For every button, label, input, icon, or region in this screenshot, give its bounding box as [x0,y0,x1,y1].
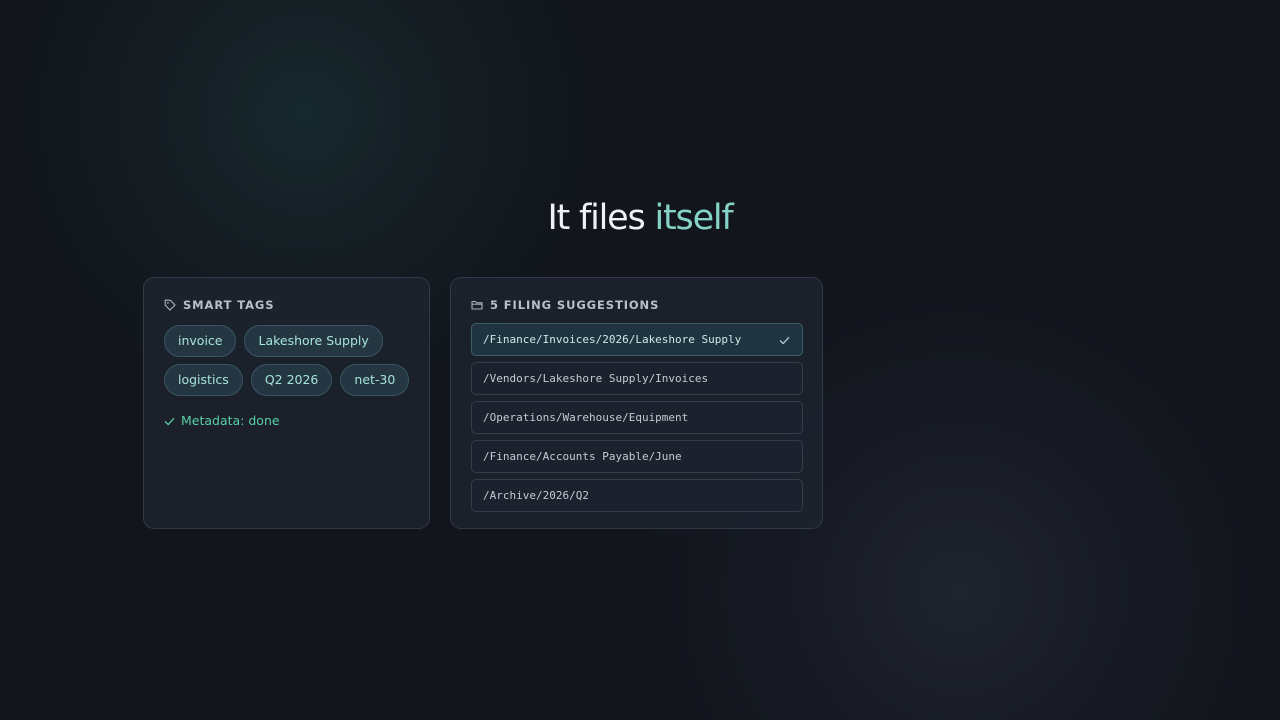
metadata-status-text: Metadata: done [181,413,280,428]
tag-chip-invoice[interactable]: invoice [164,325,237,357]
tag-row: invoice Lakeshore Supply [164,325,414,357]
headline-accent: itself [654,198,733,238]
suggestion-item-selected[interactable]: /Finance/Invoices/2026/Lakeshore Supply [471,323,803,356]
smart-tags-card: SMART TAGS invoice Lakeshore Supply logi… [143,277,430,529]
filing-suggestions-header: 5 FILING SUGGESTIONS [471,297,659,313]
suggestion-item[interactable]: /Finance/Accounts Payable/June [471,440,803,473]
tag-list: invoice Lakeshore Supply logistics Q2 20… [164,325,414,403]
tag-icon [164,299,176,311]
smart-tags-title: SMART TAGS [183,298,275,312]
tag-chip-q2-2026[interactable]: Q2 2026 [250,364,333,396]
check-icon [164,417,175,425]
suggestion-path: /Archive/2026/Q2 [483,489,589,502]
filing-suggestions-title: 5 FILING SUGGESTIONS [490,298,660,312]
suggestion-list: /Finance/Invoices/2026/Lakeshore Supply … [471,323,803,518]
suggestion-item[interactable]: /Operations/Warehouse/Equipment [471,401,803,434]
suggestion-item[interactable]: /Vendors/Lakeshore Supply/Invoices [471,362,803,395]
tag-chip-lakeshore-supply[interactable]: Lakeshore Supply [244,325,383,357]
metadata-status: Metadata: done [164,413,280,429]
suggestion-path: /Finance/Accounts Payable/June [483,450,682,463]
smart-tags-header: SMART TAGS [164,297,274,313]
suggestion-path: /Vendors/Lakeshore Supply/Invoices [483,372,709,385]
tag-chip-net-30[interactable]: net-30 [340,364,410,396]
tag-chip-logistics[interactable]: logistics [164,364,243,396]
folder-icon [471,300,483,310]
page-headline: It files itself [0,196,1280,240]
suggestion-path: /Finance/Invoices/2026/Lakeshore Supply [483,333,742,346]
headline-prefix: It files [547,198,645,238]
tag-row: logistics Q2 2026 net-30 [164,364,414,396]
suggestion-item[interactable]: /Archive/2026/Q2 [471,479,803,512]
check-icon [779,336,790,345]
filing-suggestions-card: 5 FILING SUGGESTIONS /Finance/Invoices/2… [450,277,823,529]
suggestion-path: /Operations/Warehouse/Equipment [483,411,689,424]
